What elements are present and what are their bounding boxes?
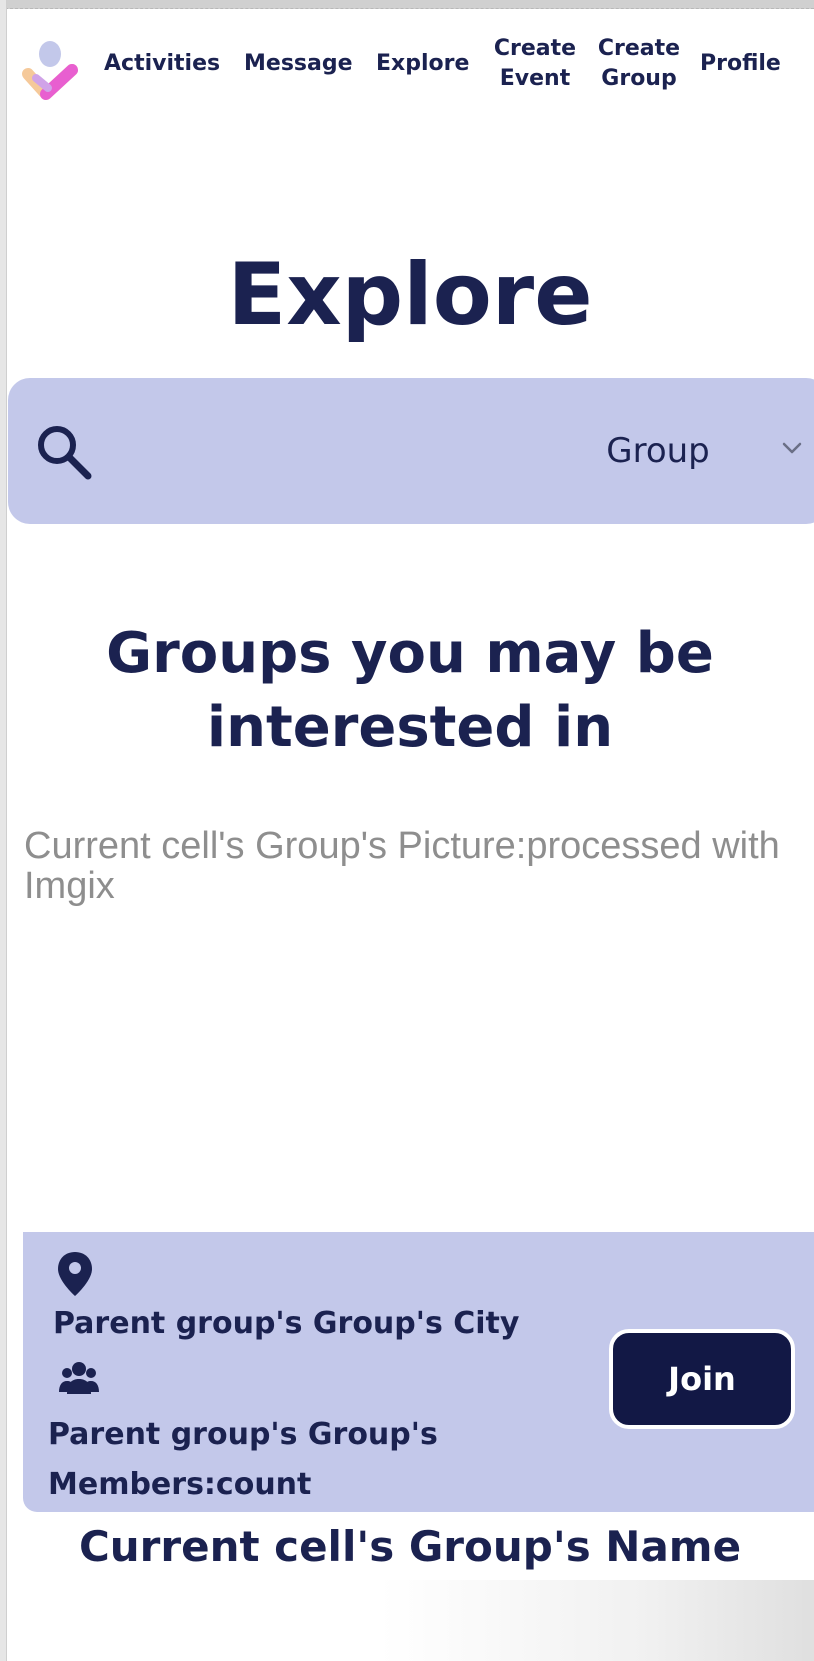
section-heading: Groups you may be interested in bbox=[6, 617, 814, 765]
nav-explore[interactable]: Explore bbox=[376, 49, 469, 79]
nav-create-event-line2: Event bbox=[499, 66, 571, 91]
group-name: Current cell's Group's Name bbox=[78, 1522, 742, 1571]
group-picture-placeholder: Current cell's Group's Picture:processed… bbox=[24, 826, 780, 907]
nav-create-group[interactable]: Create Group bbox=[594, 34, 684, 94]
main-nav: Activities Message Explore Create Event … bbox=[6, 8, 814, 118]
section-heading-line2: interested in bbox=[206, 695, 614, 760]
chevron-down-icon[interactable] bbox=[778, 434, 806, 462]
join-button[interactable]: Join bbox=[609, 1329, 795, 1429]
group-city: Parent group's Group's City bbox=[53, 1306, 520, 1341]
nav-message[interactable]: Message bbox=[244, 49, 353, 79]
map-pin-icon bbox=[58, 1252, 92, 1296]
group-members-count: Parent group's Group's Members:count bbox=[48, 1410, 568, 1510]
nav-activities[interactable]: Activities bbox=[104, 49, 220, 79]
members-line1: Parent group's Group's bbox=[48, 1417, 438, 1452]
nav-create-group-line2: Group bbox=[601, 66, 677, 91]
section-heading-line1: Groups you may be bbox=[106, 621, 714, 686]
search-icon[interactable] bbox=[34, 422, 94, 482]
users-icon bbox=[59, 1362, 99, 1394]
search-bar: Group bbox=[8, 378, 814, 524]
type-select[interactable]: Group bbox=[593, 428, 723, 474]
top-nav-bar: Activities Message Explore Create Event … bbox=[6, 8, 814, 118]
nav-create-event[interactable]: Create Event bbox=[490, 34, 580, 94]
nav-create-group-line1: Create bbox=[597, 36, 681, 61]
group-card: Parent group's Group's City Parent group… bbox=[23, 1232, 814, 1512]
nav-create-event-line1: Create bbox=[493, 36, 577, 61]
nav-profile[interactable]: Profile bbox=[700, 49, 781, 79]
members-line2: Members:count bbox=[48, 1467, 312, 1502]
page-title: Explore bbox=[227, 245, 593, 345]
bottom-shadow bbox=[380, 1580, 814, 1661]
